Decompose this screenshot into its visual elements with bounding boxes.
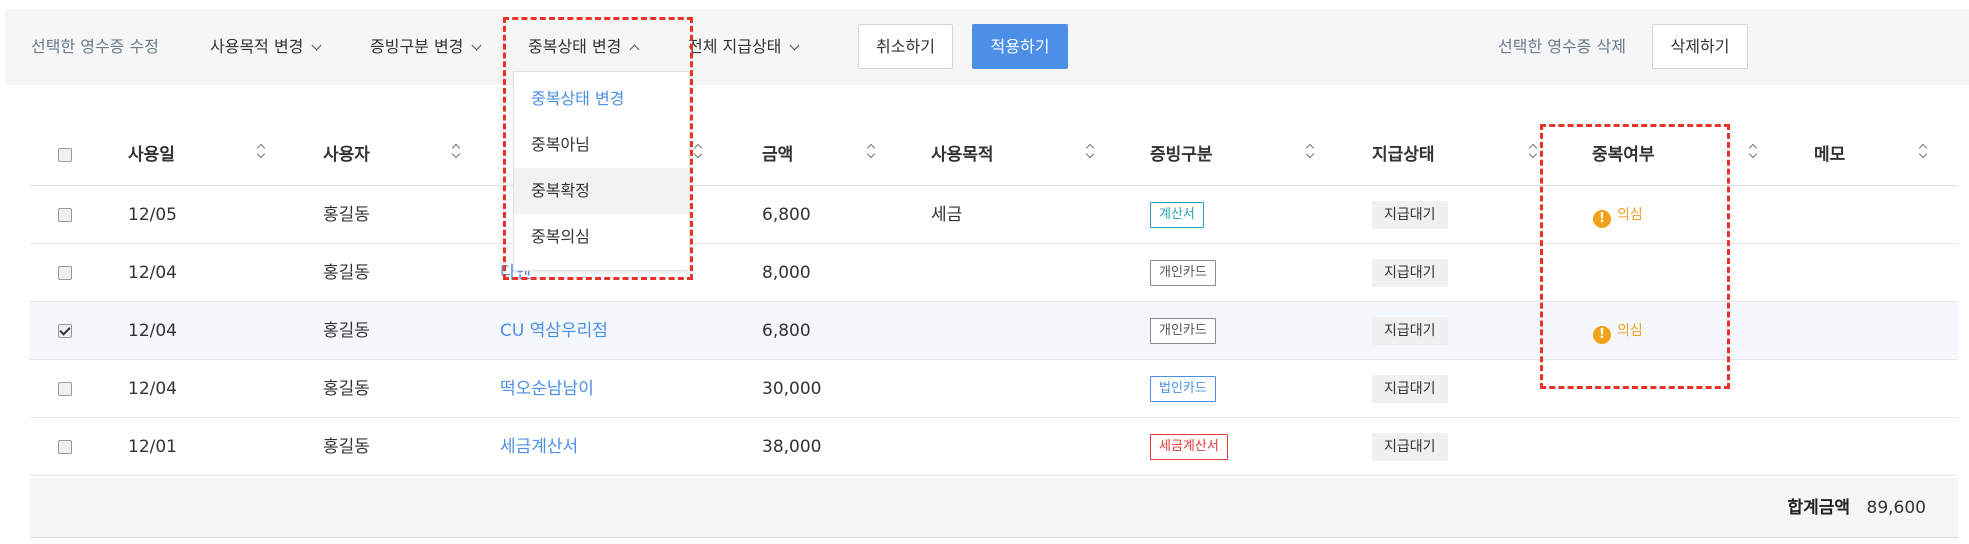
cancel-button[interactable]: 취소하기 — [858, 24, 953, 69]
cell-user: 홍길동 — [323, 321, 370, 341]
chevron-down-icon — [789, 40, 800, 51]
evidence-change-dropdown[interactable]: 증빙구분 변경 — [370, 9, 482, 85]
warning-icon: ! — [1593, 326, 1611, 344]
header-purpose[interactable]: 사용목적 — [931, 124, 994, 186]
table-header: 사용일 사용자 금액 사용목적 증빙구분 지급상태 중복여부 메모 — [30, 124, 1958, 186]
total-amount-value: 89,600 — [1866, 498, 1926, 518]
cell-user: 홍길동 — [323, 263, 370, 283]
duplicate-change-label: 중복상태 변경 — [528, 37, 622, 56]
row-checkbox[interactable] — [58, 208, 72, 222]
all-payment-status-dropdown[interactable]: 전체 지급상태 — [688, 9, 800, 85]
payment-status-badge: 지급대기 — [1372, 201, 1448, 229]
table-footer: 합계금액 89,600 — [30, 478, 1958, 538]
menu-item-duplicate-confirmed[interactable]: 중복확정 — [514, 168, 689, 214]
menu-item-duplicate-change[interactable]: 중복상태 변경 — [514, 76, 689, 122]
payment-status-badge: 지급대기 — [1372, 317, 1448, 345]
row-checkbox[interactable] — [58, 382, 72, 396]
duplicate-status: ! 의심 — [1593, 186, 1643, 244]
cell-date: 12/01 — [128, 437, 177, 457]
cell-amount: 6,800 — [762, 321, 811, 341]
cell-date: 12/04 — [128, 263, 177, 283]
sort-icon[interactable] — [451, 142, 461, 160]
cell-amount: 30,000 — [762, 379, 822, 399]
header-payment-status[interactable]: 지급상태 — [1372, 124, 1435, 186]
evidence-badge: 세금계산서 — [1150, 434, 1228, 460]
sort-icon[interactable] — [256, 142, 266, 160]
cell-date: 12/05 — [128, 205, 177, 225]
delete-button[interactable]: 삭제하기 — [1652, 24, 1748, 69]
evidence-badge: 개인카드 — [1150, 260, 1216, 286]
edit-selected-label: 선택한 영수증 수정 — [31, 37, 159, 56]
evidence-badge: 법인카드 — [1150, 376, 1216, 402]
all-payment-status-label: 전체 지급상태 — [688, 37, 782, 56]
chevron-up-icon — [629, 44, 640, 55]
cell-date: 12/04 — [128, 321, 177, 341]
menu-item-not-duplicate[interactable]: 중복아님 — [514, 122, 689, 168]
header-user[interactable]: 사용자 — [323, 124, 370, 186]
cell-amount: 6,800 — [762, 205, 811, 225]
header-memo[interactable]: 메모 — [1814, 124, 1845, 186]
table-row[interactable]: 12/04 홍길동 다엔 8,000 개인카드 지급대기 — [30, 244, 1958, 302]
purpose-change-label: 사용목적 변경 — [210, 37, 304, 56]
purpose-change-dropdown[interactable]: 사용목적 변경 — [210, 9, 322, 85]
warning-icon: ! — [1593, 210, 1611, 228]
toolbar: 선택한 영수증 수정 사용목적 변경 증빙구분 변경 중복상태 변경 전체 지급… — [5, 9, 1969, 85]
payment-status-badge: 지급대기 — [1372, 259, 1448, 287]
duplicate-status-menu: 중복상태 변경 중복아님 중복확정 중복의심 — [513, 71, 690, 271]
sort-icon[interactable] — [1528, 142, 1538, 160]
duplicate-status-label: 의심 — [1617, 323, 1643, 339]
table-row[interactable]: 12/04 홍길동 떡오순남남이 30,000 법인카드 지급대기 — [30, 360, 1958, 418]
menu-item-duplicate-suspected[interactable]: 중복의심 — [514, 214, 689, 260]
table-row[interactable]: 12/05 홍길동 6,800 세금 계산서 지급대기 ! 의심 — [30, 186, 1958, 244]
cell-date: 12/04 — [128, 379, 177, 399]
chevron-down-icon — [471, 40, 482, 51]
cell-user: 홍길동 — [323, 379, 370, 399]
cell-purpose: 세금 — [931, 205, 963, 225]
total-amount-label: 합계금액 — [1787, 498, 1850, 518]
header-amount[interactable]: 금액 — [762, 124, 793, 186]
duplicate-status-label: 의심 — [1617, 207, 1643, 223]
header-duplicate[interactable]: 중복여부 — [1592, 124, 1655, 186]
row-checkbox[interactable] — [58, 440, 72, 454]
payment-status-badge: 지급대기 — [1372, 375, 1448, 403]
cell-place-link[interactable]: CU 역삼우리점 — [500, 302, 608, 360]
cell-amount: 8,000 — [762, 263, 811, 283]
delete-selected-label: 선택한 영수증 삭제 — [1498, 37, 1626, 56]
sort-icon[interactable] — [693, 142, 703, 160]
cell-place-link[interactable]: 떡오순남남이 — [500, 360, 594, 418]
select-all-checkbox[interactable] — [58, 148, 72, 162]
evidence-badge: 계산서 — [1150, 202, 1204, 228]
evidence-badge: 개인카드 — [1150, 318, 1216, 344]
row-checkbox[interactable] — [58, 266, 72, 280]
table-row[interactable]: 12/04 홍길동 CU 역삼우리점 6,800 개인카드 지급대기 ! 의심 — [30, 302, 1958, 360]
header-evidence[interactable]: 증빙구분 — [1150, 124, 1213, 186]
duplicate-status: ! 의심 — [1593, 302, 1643, 360]
cell-user: 홍길동 — [323, 437, 370, 457]
cell-user: 홍길동 — [323, 205, 370, 225]
payment-status-badge: 지급대기 — [1372, 433, 1448, 461]
sort-icon[interactable] — [866, 142, 876, 160]
apply-button[interactable]: 적용하기 — [972, 24, 1068, 69]
cell-amount: 38,000 — [762, 437, 822, 457]
sort-icon[interactable] — [1748, 142, 1758, 160]
header-date[interactable]: 사용일 — [128, 124, 175, 186]
cell-place-link[interactable]: 세금계산서 — [500, 418, 578, 476]
chevron-down-icon — [311, 40, 322, 51]
table-row[interactable]: 12/01 홍길동 세금계산서 38,000 세금계산서 지급대기 — [30, 418, 1958, 476]
sort-icon[interactable] — [1305, 142, 1315, 160]
sort-icon[interactable] — [1085, 142, 1095, 160]
row-checkbox[interactable] — [58, 324, 72, 338]
evidence-change-label: 증빙구분 변경 — [370, 37, 464, 56]
sort-icon[interactable] — [1918, 142, 1928, 160]
